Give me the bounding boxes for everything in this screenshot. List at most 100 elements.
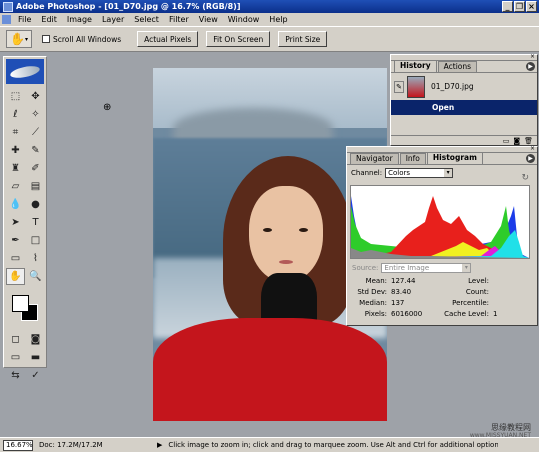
histogram-panel: × Navigator Info Histogram ▶ Channel: Co… (346, 146, 538, 326)
tab-history[interactable]: History (394, 60, 437, 72)
new-document-from-state-icon[interactable]: ▭ (503, 137, 510, 145)
type-tool-icon[interactable]: T (26, 214, 45, 231)
document-icon[interactable] (2, 15, 11, 24)
eraser-tool-icon[interactable]: ▱ (6, 178, 25, 195)
histogram-svg (351, 196, 529, 258)
fit-on-screen-button[interactable]: Fit On Screen (206, 31, 271, 47)
move-tool-icon[interactable]: ✥ (26, 88, 45, 105)
brush-tool-icon[interactable]: ✎ (26, 142, 45, 159)
channel-select[interactable]: Colors ▾ (385, 168, 454, 178)
tab-navigator[interactable]: Navigator (350, 153, 399, 164)
percentile-label: Percentile: (452, 298, 489, 307)
source-row: Source: Entire Image ▾ (352, 263, 472, 273)
minimize-button[interactable]: _ (502, 1, 513, 12)
screen-mode-full-icon[interactable]: ▬ (26, 349, 45, 366)
slice-tool-icon[interactable]: ⟋ (26, 124, 45, 141)
blur-tool-icon[interactable]: 💧 (6, 196, 25, 213)
hand-icon: ✋ (10, 32, 25, 46)
menu-image[interactable]: Image (62, 15, 97, 24)
cache-level-value: 1 (493, 309, 498, 318)
count-label: Count: (465, 287, 489, 296)
cache-level-label: Cache Level: (444, 309, 489, 318)
panel-close-icon[interactable]: × (530, 54, 536, 60)
print-size-button[interactable]: Print Size (278, 31, 328, 47)
pixels-value: 6016000 (391, 309, 423, 318)
snapshot-thumbnail (407, 75, 425, 98)
photo-eye-right (299, 228, 308, 232)
jump-to-imageready-icon[interactable]: ⇆ (6, 367, 25, 384)
history-brush-source-icon[interactable]: ✎ (394, 80, 404, 93)
healing-brush-icon[interactable]: ✚ (6, 142, 25, 159)
menu-file[interactable]: File (13, 15, 36, 24)
source-label: Source: (352, 264, 379, 272)
crop-tool-icon[interactable]: ⌗ (6, 124, 25, 141)
restore-button[interactable]: ❐ (514, 1, 525, 12)
median-value: 137 (391, 298, 405, 307)
tool-preset-picker[interactable]: ✋ ▾ (6, 30, 32, 48)
doc-size-info[interactable]: Doc: 17.2M/17.2M (39, 441, 157, 449)
shape-tool-icon[interactable]: □ (26, 232, 45, 249)
source-value: Entire Image (384, 264, 430, 272)
panel-close-icon[interactable]: × (530, 146, 536, 152)
tab-actions[interactable]: Actions (437, 61, 478, 72)
eyedropper-icon[interactable]: ⌇ (26, 250, 45, 267)
status-hint-text: Click image to zoom in; click and drag t… (168, 441, 499, 449)
menu-edit[interactable]: Edit (36, 15, 62, 24)
path-select-icon[interactable]: ➤ (6, 214, 25, 231)
screen-mode-standard-icon[interactable]: ▭ (6, 349, 25, 366)
toolbox: ⬚ ✥ ℓ ✧ ⌗ ⟋ ✚ ✎ ♜ ✐ ▱ ▤ 💧 ● ➤ T ✒ □ ▭ ⌇ … (3, 56, 47, 381)
history-brush-icon[interactable]: ✐ (26, 160, 45, 177)
history-step-open[interactable]: Open (391, 100, 537, 115)
zoom-level-field[interactable]: 16.67% (3, 439, 33, 451)
lasso-tool-icon[interactable]: ℓ (6, 106, 25, 123)
menu-select[interactable]: Select (129, 15, 164, 24)
menu-filter[interactable]: Filter (164, 15, 194, 24)
menu-bar: File Edit Image Layer Select Filter View… (0, 13, 539, 26)
zoom-tool-icon[interactable]: 🔍 (26, 268, 45, 285)
pen-tool-icon[interactable]: ✒ (6, 232, 25, 249)
delete-state-icon[interactable]: 🗑 (524, 137, 533, 145)
actual-pixels-button[interactable]: Actual Pixels (137, 31, 199, 47)
marquee-tool-icon[interactable]: ⬚ (6, 88, 25, 105)
scroll-all-windows-checkbox[interactable]: Scroll All Windows (42, 35, 121, 44)
pixels-label: Pixels: (364, 309, 387, 318)
refresh-icon[interactable]: ↻ (521, 173, 529, 183)
histogram-graph (350, 185, 530, 259)
menu-layer[interactable]: Layer (97, 15, 129, 24)
imageready-icon[interactable]: ✓ (26, 367, 45, 384)
snapshot-name: 01_D70.jpg (431, 82, 474, 91)
hand-tool-icon[interactable]: ✋ (6, 268, 25, 285)
history-panel: × History Actions ▶ ✎ 01_D70.jpg Open ▭ … (390, 54, 538, 146)
menu-window[interactable]: Window (223, 15, 265, 24)
quick-mask-icon[interactable]: ◙ (26, 331, 45, 348)
stddev-label: Std Dev: (357, 287, 387, 296)
options-bar: ✋ ▾ Scroll All Windows Actual Pixels Fit … (0, 26, 539, 52)
gradient-tool-icon[interactable]: ▤ (26, 178, 45, 195)
history-step-label: Open (432, 103, 455, 112)
magic-wand-icon[interactable]: ✧ (26, 106, 45, 123)
channel-label: Channel: (351, 169, 383, 177)
adobe-feather-logo[interactable] (6, 59, 44, 84)
standard-mode-icon[interactable]: ◻ (6, 331, 25, 348)
close-button[interactable]: × (526, 1, 537, 12)
clone-stamp-icon[interactable]: ♜ (6, 160, 25, 177)
checkbox-box[interactable] (42, 35, 50, 43)
dodge-tool-icon[interactable]: ● (26, 196, 45, 213)
status-menu-arrow-icon[interactable]: ▶ (157, 441, 162, 449)
new-snapshot-icon[interactable]: ◙ (513, 137, 520, 145)
menu-view[interactable]: View (194, 15, 223, 24)
watermark-title: 思缘教程网 (491, 423, 531, 432)
notes-tool-icon[interactable]: ▭ (6, 250, 25, 267)
tab-histogram[interactable]: Histogram (426, 152, 483, 164)
panel-menu-icon[interactable]: ▶ (526, 62, 535, 71)
menu-help[interactable]: Help (264, 15, 292, 24)
foreground-color-swatch[interactable] (12, 295, 29, 312)
source-select[interactable]: Entire Image ▾ (381, 263, 472, 273)
photoshop-app-icon (3, 1, 13, 12)
panel-menu-icon[interactable]: ▶ (526, 154, 535, 163)
mean-value: 127.44 (391, 276, 416, 285)
chevron-down-icon: ▾ (462, 264, 471, 272)
tab-info[interactable]: Info (399, 153, 426, 164)
history-snapshot[interactable]: ✎ 01_D70.jpg (391, 73, 537, 100)
stddev-value: 83.40 (391, 287, 412, 296)
